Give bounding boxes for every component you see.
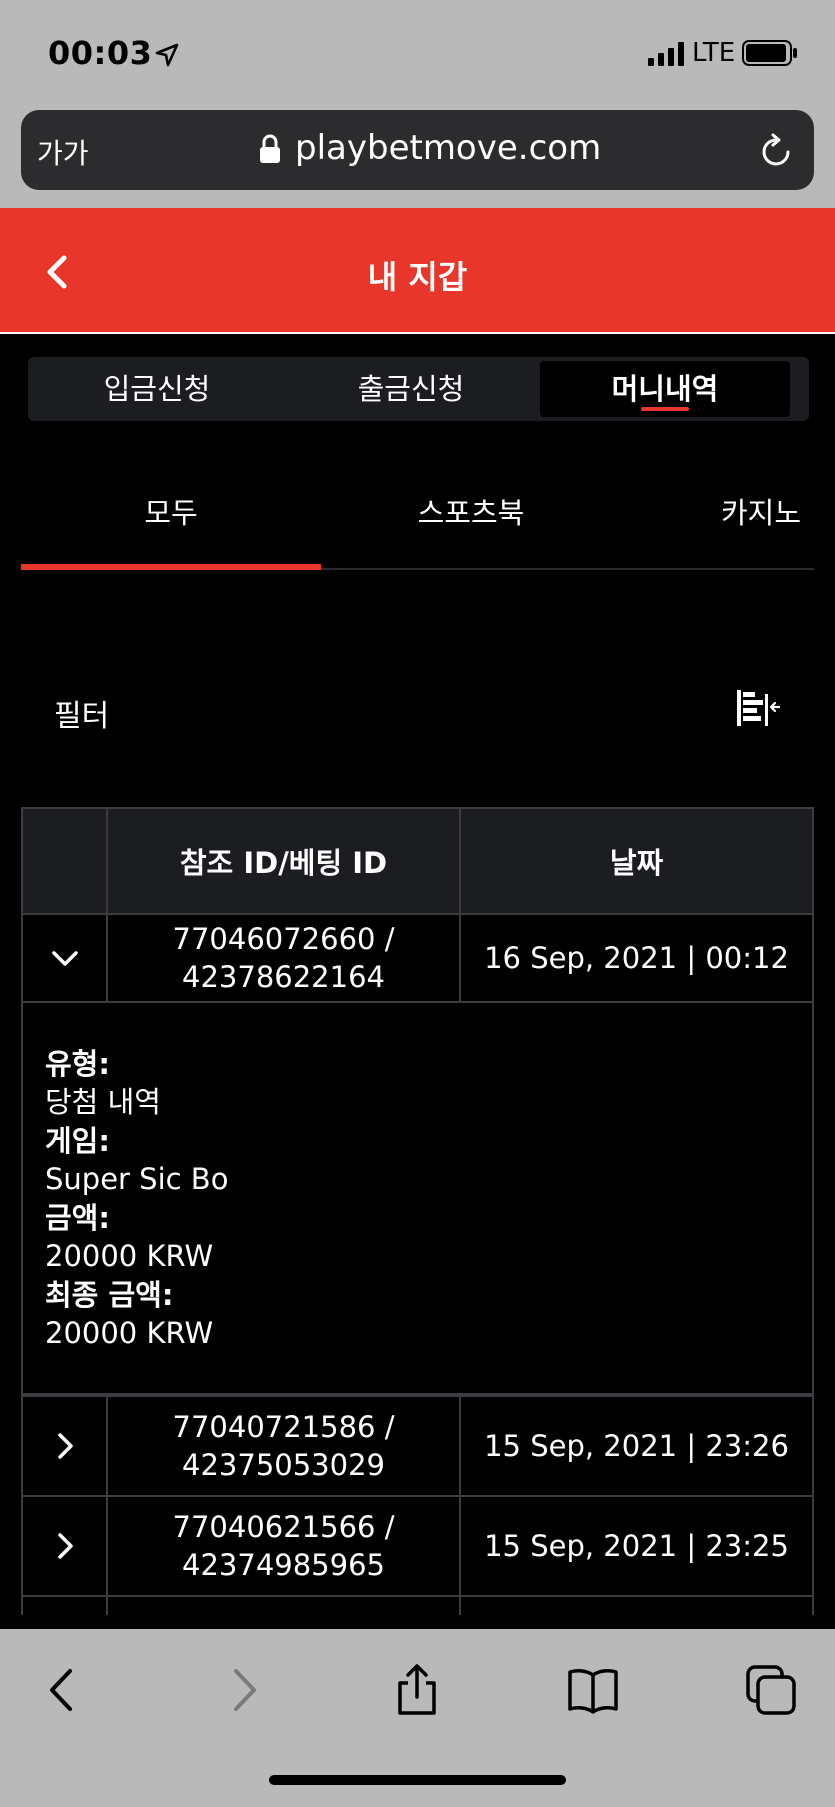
reference-id-cell: 77046072660 / 42378622164 xyxy=(108,915,461,1001)
browser-back-icon[interactable] xyxy=(36,1663,90,1717)
subtab-sportsbook[interactable]: 스포츠북 xyxy=(321,490,621,532)
date-cell xyxy=(461,1597,812,1615)
table-header-row: 참조 ID/베팅 ID 날짜 xyxy=(21,807,814,915)
browser-forward-icon[interactable] xyxy=(216,1663,270,1717)
reload-icon[interactable] xyxy=(759,132,795,170)
wallet-tabs: 입금신청 출금신청 머니내역 xyxy=(28,357,809,421)
detail-game-value: Super Sic Bo xyxy=(45,1162,229,1196)
detail-final-amount-label: 최종 금액: xyxy=(45,1278,174,1312)
subtab-casino[interactable]: 카지노 xyxy=(721,490,831,532)
tab-deposit-request[interactable]: 입금신청 xyxy=(32,361,282,417)
detail-type-value: 당첨 내역 xyxy=(45,1085,161,1119)
reference-id-cell xyxy=(108,1597,461,1615)
reference-id: 77040621566 / xyxy=(172,1510,395,1544)
subtab-all[interactable]: 모두 xyxy=(21,490,321,532)
chevron-right-icon xyxy=(57,1533,73,1559)
address-bar[interactable]: 가가 playbetmove.com xyxy=(21,110,814,190)
date-cell: 15 Sep, 2021 | 23:26 xyxy=(484,1429,789,1463)
tab-withdraw-request[interactable]: 출금신청 xyxy=(286,361,536,417)
filter-sort-icon[interactable] xyxy=(735,688,781,730)
reference-id-cell: 77040621566 / 42374985965 xyxy=(108,1497,461,1595)
active-tab-indicator xyxy=(641,407,689,411)
page-title: 내 지갑 xyxy=(367,258,468,296)
detail-type-label: 유형: xyxy=(45,1047,110,1081)
status-bar: 00:03 LTE xyxy=(0,0,835,105)
bet-id: 42378622164 xyxy=(182,960,385,994)
bet-id: 42374985965 xyxy=(182,1548,385,1582)
reference-id: 77046072660 / xyxy=(172,922,395,956)
text-size-button[interactable]: 가가 xyxy=(37,132,89,172)
share-icon[interactable] xyxy=(390,1663,444,1717)
page-header: 내 지갑 xyxy=(0,208,835,334)
date-cell: 15 Sep, 2021 | 23:25 xyxy=(484,1529,789,1563)
chevron-down-icon xyxy=(51,951,78,966)
category-tabs: 모두 스포츠북 카지노 xyxy=(21,460,814,570)
transaction-detail: 유형: 당첨 내역 게임: Super Sic Bo 금액: 20000 KRW… xyxy=(21,1003,814,1395)
tabs-icon[interactable] xyxy=(744,1663,798,1717)
detail-amount-value: 20000 KRW xyxy=(45,1239,214,1273)
table-row[interactable]: 77040721586 / 42375053029 15 Sep, 2021 |… xyxy=(21,1395,814,1497)
detail-final-amount-value: 20000 KRW xyxy=(45,1316,214,1350)
subtab-active-indicator xyxy=(21,564,321,570)
table-row[interactable]: 77046072660 / 42378622164 16 Sep, 2021 |… xyxy=(21,913,814,1003)
chevron-right-icon xyxy=(57,1433,73,1459)
detail-amount-label: 금액: xyxy=(45,1201,110,1235)
row-toggle[interactable] xyxy=(23,1497,108,1595)
browser-address-area: 가가 playbetmove.com xyxy=(0,105,835,208)
header-date: 날짜 xyxy=(609,846,664,880)
lock-icon xyxy=(260,134,280,163)
filter-label[interactable]: 필터 xyxy=(54,691,109,735)
bet-id: 42375053029 xyxy=(182,1448,385,1482)
network-type: LTE xyxy=(692,38,736,68)
header-expand-cell xyxy=(23,809,108,913)
cellular-signal-icon xyxy=(648,42,684,66)
reference-id-cell: 77040721586 / 42375053029 xyxy=(108,1397,461,1495)
row-toggle[interactable] xyxy=(23,1597,108,1615)
header-reference-id: 참조 ID/베팅 ID xyxy=(108,809,461,913)
date-cell: 16 Sep, 2021 | 00:12 xyxy=(484,941,789,975)
bookmarks-icon[interactable] xyxy=(566,1663,620,1717)
tab-money-history-label: 머니내역 xyxy=(611,372,719,406)
table-row[interactable] xyxy=(21,1595,814,1615)
status-time: 00:03 xyxy=(48,34,153,72)
home-indicator xyxy=(269,1775,566,1785)
row-toggle[interactable] xyxy=(23,915,108,1001)
detail-game-label: 게임: xyxy=(45,1124,110,1158)
tab-money-history[interactable]: 머니내역 xyxy=(540,361,790,417)
url-text: playbetmove.com xyxy=(295,128,602,168)
battery-icon xyxy=(742,40,797,66)
row-toggle[interactable] xyxy=(23,1397,108,1495)
reference-id: 77040721586 / xyxy=(172,1410,395,1444)
table-row[interactable]: 77040621566 / 42374985965 15 Sep, 2021 |… xyxy=(21,1495,814,1597)
location-arrow-icon xyxy=(155,43,179,67)
